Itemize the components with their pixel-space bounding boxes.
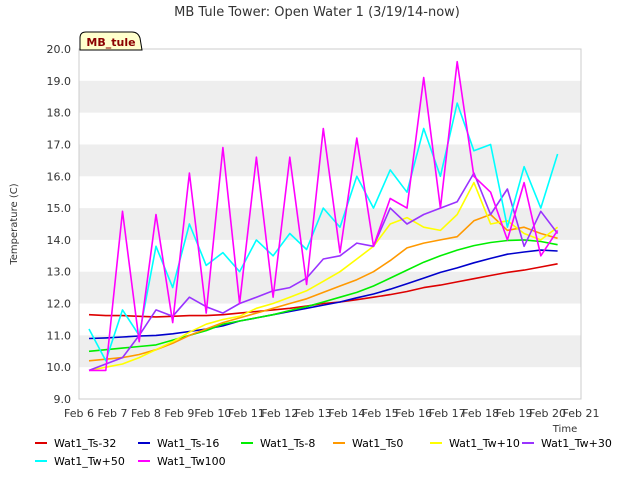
y-axis-ticks: 9.0 10.0 11.0 12.0 13.0 14.0 15.0 16.0 17.0 18.0 1…	[47, 43, 72, 406]
y-tick-label: 18.0	[47, 107, 72, 120]
x-axis-ticks: Feb 6 Feb 7 Feb 8 Feb 9 Feb 10Feb 11Feb 12Fe…	[64, 407, 599, 420]
y-tick-label: 17.0	[47, 138, 72, 151]
y-axis-label: Temperature (C)	[9, 183, 20, 265]
legend-label: Wat1_Ts-8	[260, 437, 315, 450]
y-tick-label: 12.0	[47, 298, 72, 311]
x-tick-label: Feb 19	[496, 407, 533, 420]
y-tick-label: 16.0	[47, 170, 72, 183]
legend-label: Wat1_Ts0	[352, 437, 403, 450]
legend-label: Wat1_Tw+50	[54, 455, 125, 468]
y-tick-label: 9.0	[54, 393, 72, 406]
grid-band	[79, 144, 581, 177]
legend-label: Wat1_Tw+30	[541, 437, 612, 450]
station-tag-label: MB_tule	[86, 36, 135, 49]
x-tick-label: Feb 16	[395, 407, 432, 420]
legend-label: Wat1_Tw100	[157, 455, 226, 468]
x-tick-label: Feb 7	[97, 407, 127, 420]
y-tick-label: 15.0	[47, 202, 72, 215]
x-axis-label: Time	[552, 424, 577, 435]
legend-label: Wat1_Tw+10	[449, 437, 520, 450]
chart-title: MB Tule Tower: Open Water 1 (3/19/14-now…	[174, 5, 460, 20]
x-tick-label: Feb 21	[563, 407, 600, 420]
y-tick-label: 14.0	[47, 234, 72, 247]
grid-band	[79, 80, 581, 113]
y-tick-label: 19.0	[47, 75, 72, 88]
y-tick-label: 20.0	[47, 43, 72, 56]
x-tick-label: Feb 13	[295, 407, 332, 420]
x-tick-label: Feb 8	[131, 407, 161, 420]
temperature-chart: MB Tule Tower: Open Water 1 (3/19/14-now…	[9, 5, 612, 468]
station-tag: MB_tule	[79, 31, 143, 51]
y-tick-label: 13.0	[47, 266, 72, 279]
x-tick-label: Feb 11	[228, 407, 265, 420]
x-tick-label: Feb 9	[164, 407, 194, 420]
x-tick-label: Feb 6	[64, 407, 94, 420]
x-tick-label: Feb 20	[529, 407, 566, 420]
x-tick-label: Feb 15	[362, 407, 399, 420]
y-tick-label: 11.0	[47, 329, 72, 342]
legend-label: Wat1_Ts-32	[54, 437, 116, 450]
x-tick-label: Feb 18	[462, 407, 499, 420]
x-tick-label: Feb 14	[328, 407, 365, 420]
x-tick-label: Feb 17	[429, 407, 466, 420]
legend-label: Wat1_Ts-16	[157, 437, 219, 450]
legend: Wat1_Ts-32 Wat1_Ts-16 Wat1_Ts-8 Wat1_Ts0 Wat…	[35, 437, 612, 468]
x-tick-label: Feb 10	[194, 407, 231, 420]
x-tick-label: Feb 12	[261, 407, 298, 420]
grid-band	[79, 271, 581, 304]
y-tick-label: 10.0	[47, 361, 72, 374]
